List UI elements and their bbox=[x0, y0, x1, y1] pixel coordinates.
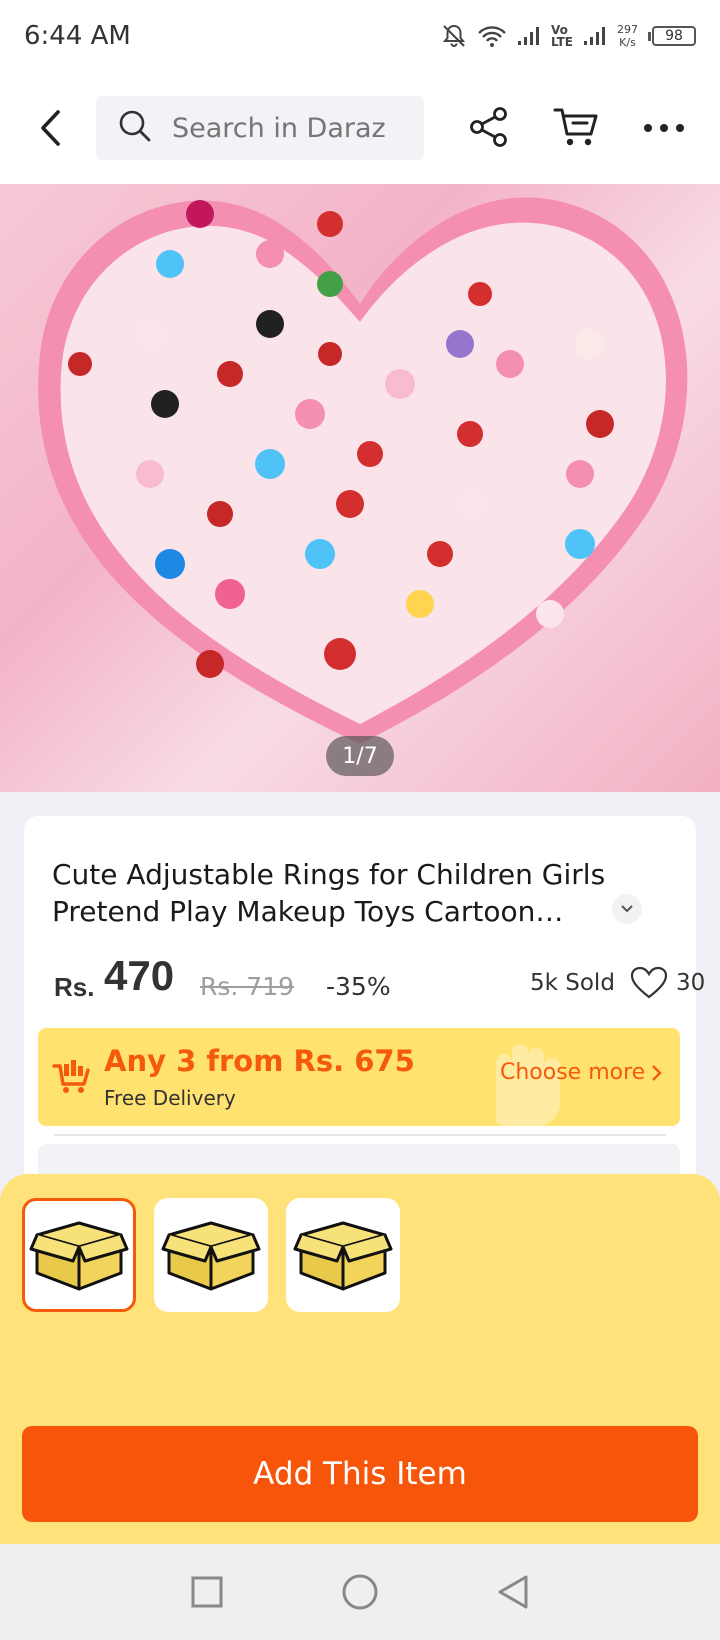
signal-icon-2 bbox=[583, 25, 607, 47]
battery-icon: 98 bbox=[648, 26, 696, 46]
volte-indicator: Vo LTE bbox=[551, 24, 573, 48]
variant-option-2[interactable] bbox=[154, 1198, 268, 1312]
share-icon[interactable] bbox=[466, 104, 512, 150]
image-counter: 1/7 bbox=[326, 736, 394, 776]
promo-subtitle: Free Delivery bbox=[104, 1086, 236, 1110]
battery-level: 98 bbox=[652, 26, 696, 46]
android-nav-bar bbox=[0, 1544, 720, 1640]
cart-icon[interactable] bbox=[552, 104, 600, 150]
recents-square-icon[interactable] bbox=[177, 1562, 237, 1622]
box-icon bbox=[161, 1221, 261, 1291]
product-info-card: Cute Adjustable Rings for Children Girls… bbox=[24, 816, 705, 1216]
volte-bottom-label: LTE bbox=[550, 35, 573, 49]
back-triangle-icon[interactable] bbox=[483, 1562, 543, 1622]
price-row: Rs. 470 Rs. 719 -35% 5k Sold 30 bbox=[54, 952, 705, 1012]
variant-option-3[interactable] bbox=[286, 1198, 400, 1312]
mute-notification-icon bbox=[441, 23, 467, 49]
promo-title: Any 3 from Rs. 675 bbox=[104, 1044, 415, 1078]
original-price: Rs. 719 bbox=[200, 972, 295, 1001]
home-circle-icon[interactable] bbox=[330, 1562, 390, 1622]
heart-icon[interactable] bbox=[630, 966, 668, 1002]
search-icon bbox=[118, 109, 152, 148]
choose-more-link[interactable]: Choose more bbox=[500, 1060, 663, 1085]
box-icon bbox=[29, 1221, 129, 1291]
variant-option-1[interactable] bbox=[22, 1198, 136, 1312]
product-title: Cute Adjustable Rings for Children Girls… bbox=[52, 858, 606, 928]
search-input[interactable]: Search in Daraz bbox=[96, 96, 424, 160]
signal-icon-1 bbox=[517, 25, 541, 47]
search-placeholder: Search in Daraz bbox=[172, 112, 386, 144]
status-bar: 6:44 AM Vo LTE 297 K/s 98 bbox=[0, 0, 720, 72]
status-icons: Vo LTE 297 K/s 98 bbox=[441, 23, 696, 49]
wifi-icon bbox=[477, 24, 507, 48]
price-value: 470 bbox=[104, 952, 175, 999]
chevron-right-icon bbox=[652, 1064, 662, 1081]
choose-more-label: Choose more bbox=[500, 1060, 646, 1085]
net-speed: 297 K/s bbox=[617, 23, 638, 49]
top-nav: Search in Daraz bbox=[0, 72, 720, 184]
net-speed-unit: K/s bbox=[619, 36, 636, 49]
price-currency: Rs. bbox=[54, 972, 95, 1002]
like-count: 30 bbox=[676, 970, 706, 996]
add-item-bottom-sheet: Add This Item bbox=[0, 1174, 720, 1544]
discount-percent: -35% bbox=[326, 972, 391, 1001]
net-speed-value: 297 bbox=[617, 23, 638, 36]
status-time: 6:44 AM bbox=[24, 21, 131, 51]
back-arrow-icon[interactable] bbox=[34, 106, 68, 150]
bundle-cart-icon bbox=[52, 1058, 90, 1099]
add-this-item-button[interactable]: Add This Item bbox=[22, 1426, 698, 1522]
more-icon[interactable] bbox=[640, 108, 688, 148]
box-icon bbox=[293, 1221, 393, 1291]
expand-title-chevron-icon[interactable] bbox=[612, 894, 642, 924]
sold-count: 5k Sold bbox=[530, 970, 615, 996]
bundle-promo-banner[interactable]: Any 3 from Rs. 675 Free Delivery Choose … bbox=[38, 1028, 680, 1126]
divider bbox=[54, 1134, 666, 1136]
product-image[interactable] bbox=[0, 184, 720, 792]
